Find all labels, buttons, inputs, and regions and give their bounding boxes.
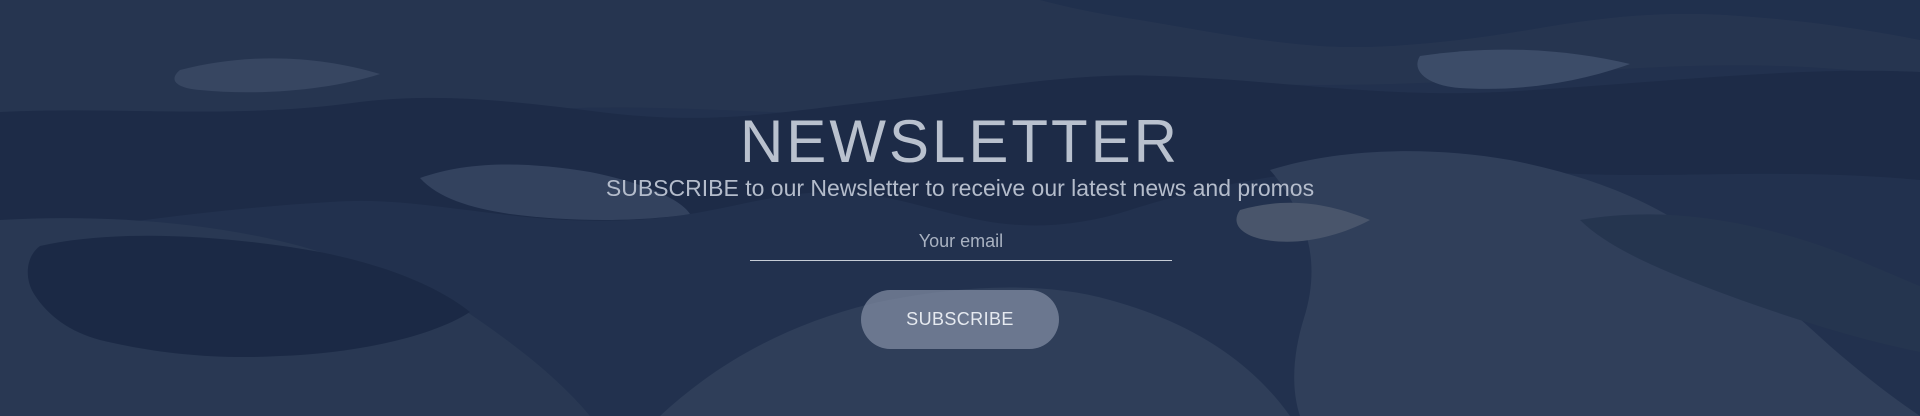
newsletter-content: NEWSLETTER SUBSCRIBE to our Newsletter t… — [0, 0, 1920, 416]
newsletter-subtitle: SUBSCRIBE to our Newsletter to receive o… — [605, 175, 1315, 201]
newsletter-title: NEWSLETTER — [739, 108, 1181, 176]
subscribe-button[interactable]: SUBSCRIBE — [861, 290, 1059, 349]
newsletter-section: NEWSLETTER SUBSCRIBE to our Newsletter t… — [0, 0, 1920, 416]
email-input[interactable] — [750, 222, 1172, 261]
email-field-wrapper — [750, 222, 1172, 262]
